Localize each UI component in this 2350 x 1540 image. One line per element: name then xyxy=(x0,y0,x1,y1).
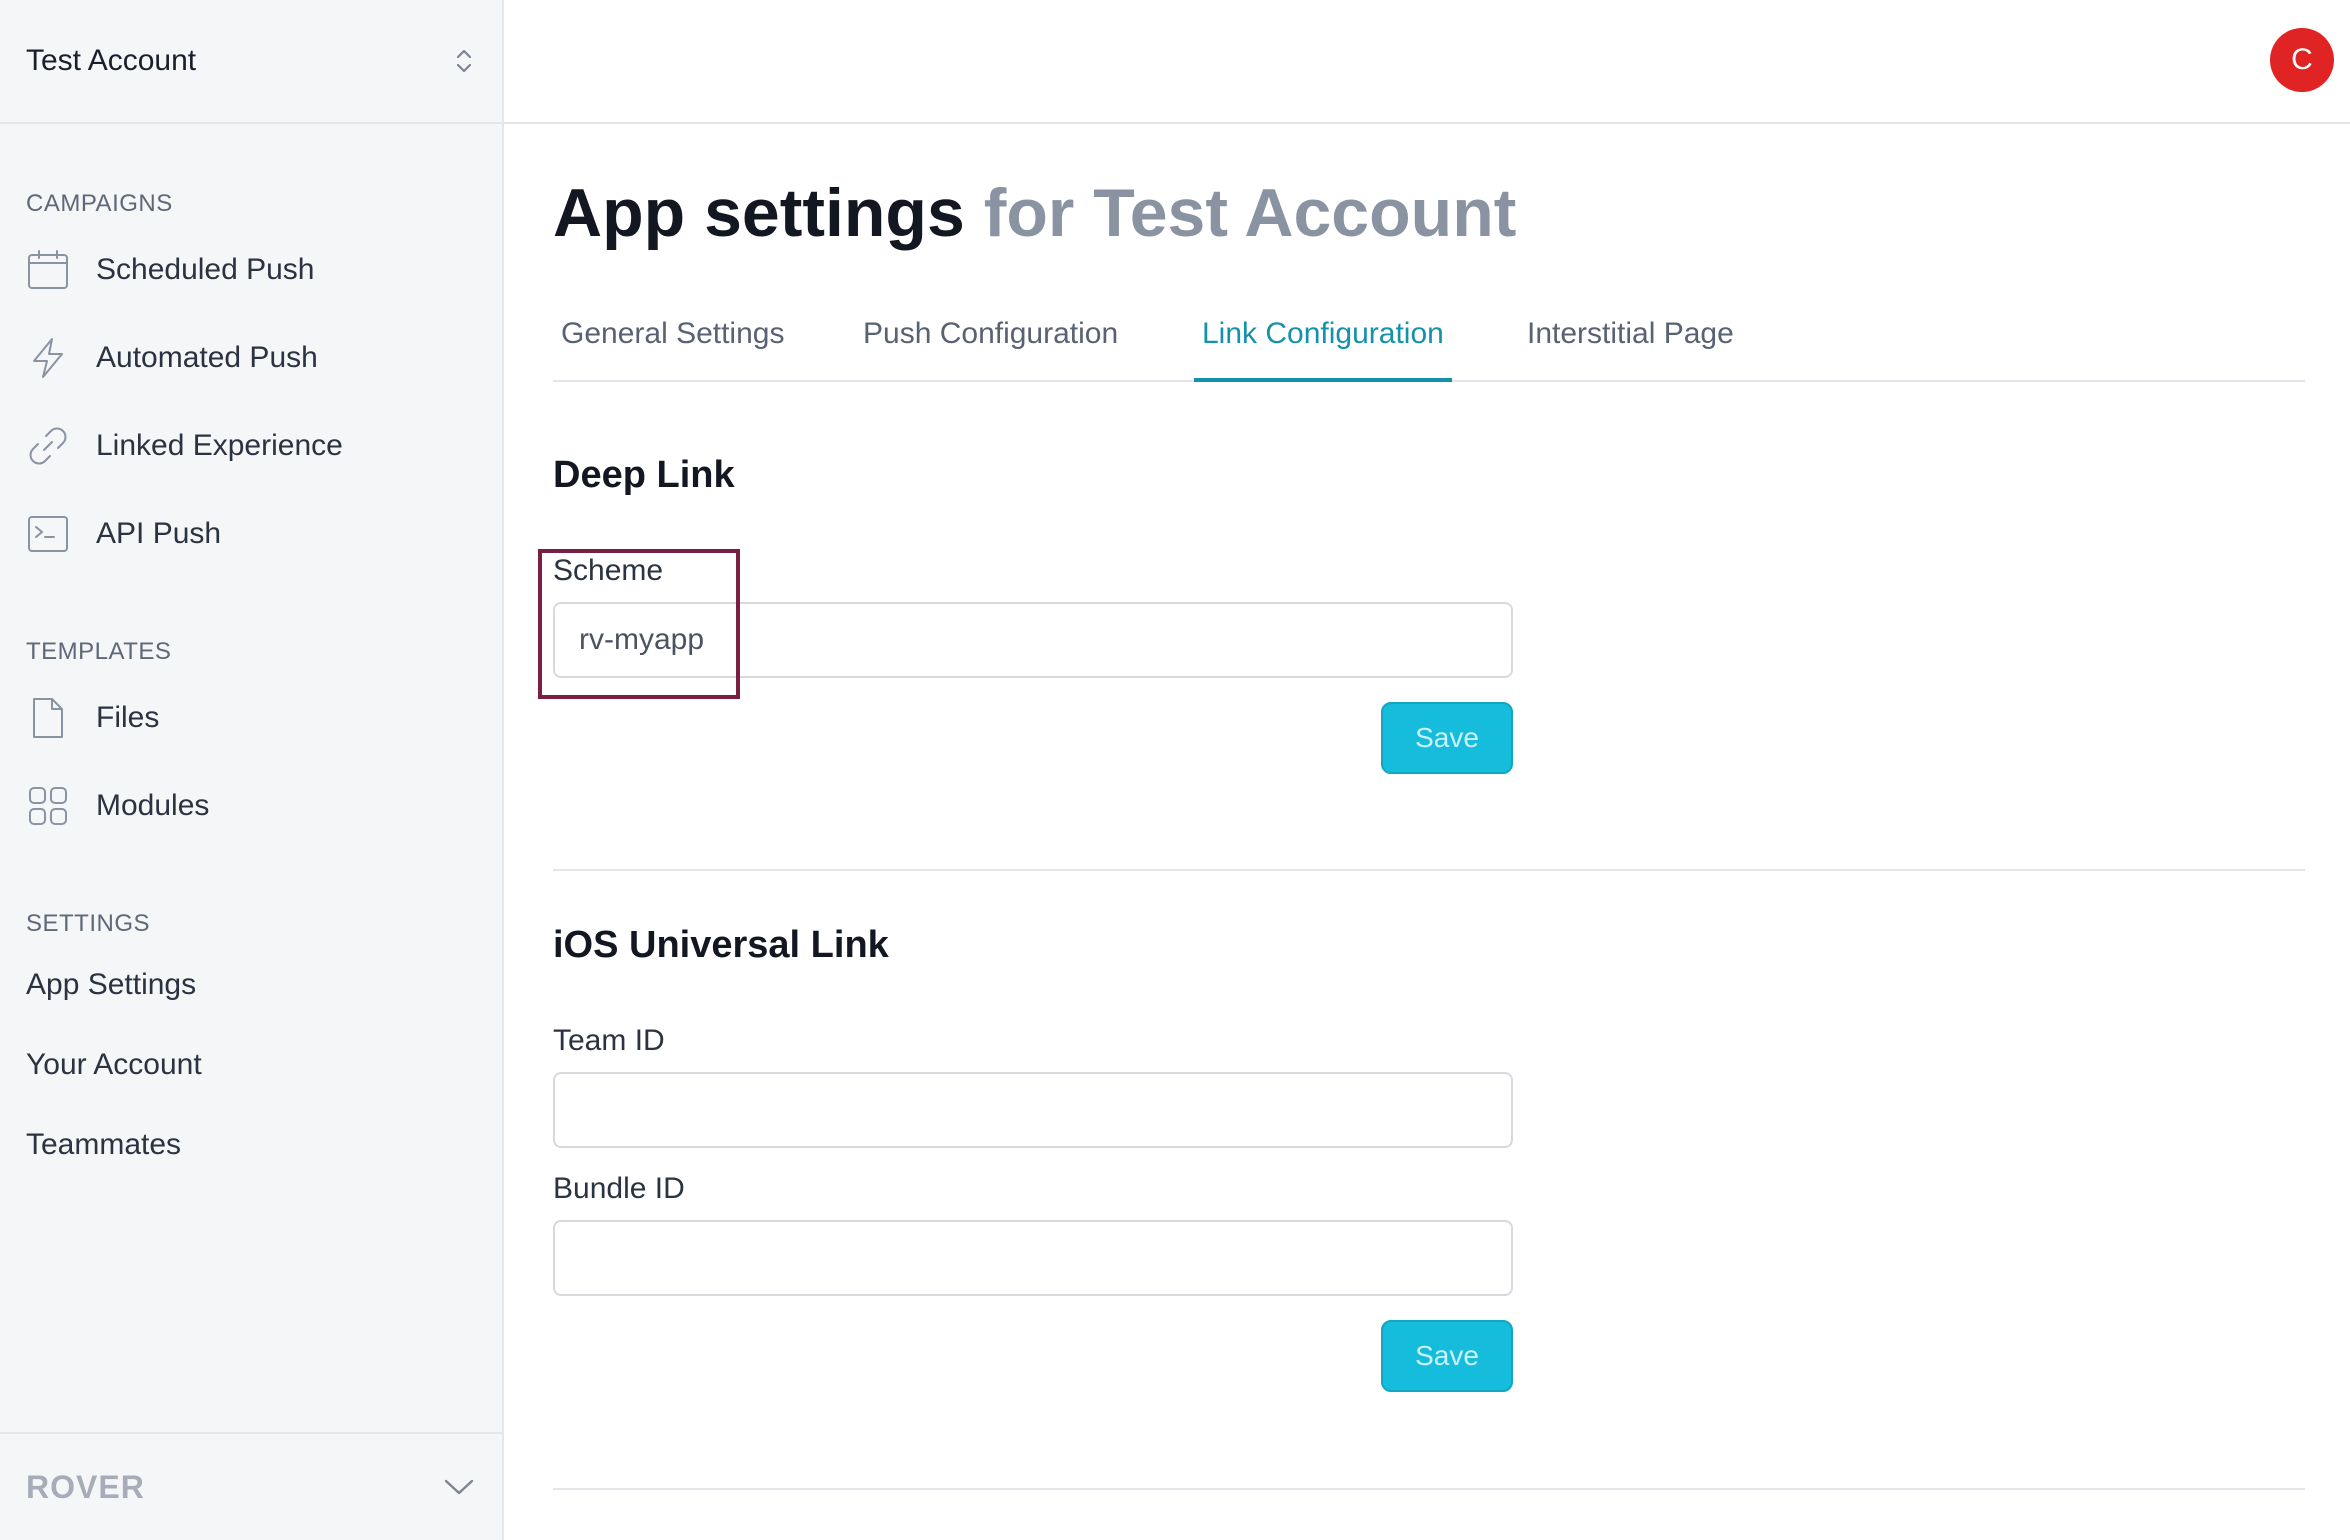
sidebar-item-api-push[interactable]: API Push xyxy=(26,502,486,566)
scheme-label: Scheme xyxy=(553,554,664,587)
deep-link-title: Deep Link xyxy=(553,454,735,496)
sidebar-item-label: Scheduled Push xyxy=(96,253,315,286)
page-title-strong: App settings xyxy=(553,175,965,251)
grid-icon xyxy=(29,787,67,825)
sidebar-item-app-settings[interactable]: App Settings xyxy=(26,968,196,1002)
chevron-up-down-icon xyxy=(456,49,472,73)
section-label-templates: TEMPLATES xyxy=(26,638,172,665)
tab-general-settings[interactable]: General Settings xyxy=(553,304,792,382)
section-label-settings: SETTINGS xyxy=(26,910,151,937)
sidebar-item-automated-push[interactable]: Automated Push xyxy=(26,326,486,390)
sidebar-item-label: API Push xyxy=(96,517,222,550)
account-name: Test Account xyxy=(26,44,197,77)
tab-bar: General Settings Push Configuration Link… xyxy=(553,304,2305,382)
sidebar-item-label: Modules xyxy=(96,789,210,822)
sidebar-item-linked-experience[interactable]: Linked Experience xyxy=(26,414,486,478)
deep-link-save-button[interactable]: Save xyxy=(1381,702,1513,774)
file-icon xyxy=(33,698,63,738)
bundle-id-label: Bundle ID xyxy=(553,1172,685,1205)
sidebar-item-files[interactable]: Files xyxy=(26,686,486,750)
chevron-down-icon[interactable] xyxy=(442,1477,476,1497)
page-title: App settings for Test Account xyxy=(553,174,1516,252)
sidebar-item-scheduled-push[interactable]: Scheduled Push xyxy=(26,238,486,302)
team-id-label: Team ID xyxy=(553,1024,665,1057)
sidebar-item-your-account[interactable]: Your Account xyxy=(26,1048,202,1082)
terminal-icon xyxy=(28,516,68,552)
scheme-input[interactable] xyxy=(553,602,1513,678)
section-label-campaigns: CAMPAIGNS xyxy=(26,190,173,217)
bundle-id-input[interactable] xyxy=(553,1220,1513,1296)
section-divider xyxy=(553,1488,2305,1490)
brand-logo: ROVER xyxy=(26,1468,145,1505)
link-icon xyxy=(29,427,67,465)
section-divider xyxy=(553,869,2305,871)
sidebar-footer: ROVER xyxy=(0,1432,502,1540)
tab-interstitial-page[interactable]: Interstitial Page xyxy=(1519,304,1742,382)
tab-link-configuration[interactable]: Link Configuration xyxy=(1194,304,1452,382)
ios-universal-link-save-button[interactable]: Save xyxy=(1381,1320,1513,1392)
team-id-input[interactable] xyxy=(553,1072,1513,1148)
sidebar-item-label: Files xyxy=(96,701,160,734)
sidebar: Test Account CAMPAIGNS Scheduled Push Au… xyxy=(0,0,504,1540)
sidebar-item-label: Linked Experience xyxy=(96,429,343,462)
avatar[interactable]: C xyxy=(2270,28,2334,92)
tab-push-configuration[interactable]: Push Configuration xyxy=(855,304,1126,382)
ios-universal-link-title: iOS Universal Link xyxy=(553,924,889,966)
sidebar-item-label: Automated Push xyxy=(96,341,318,374)
sidebar-item-teammates[interactable]: Teammates xyxy=(26,1128,181,1162)
lightning-icon xyxy=(33,338,63,378)
sidebar-item-modules[interactable]: Modules xyxy=(26,774,486,838)
page-title-muted: for Test Account xyxy=(983,175,1517,251)
calendar-icon xyxy=(28,250,68,289)
account-switcher[interactable]: Test Account xyxy=(0,0,502,124)
top-bar: C xyxy=(504,0,2350,124)
